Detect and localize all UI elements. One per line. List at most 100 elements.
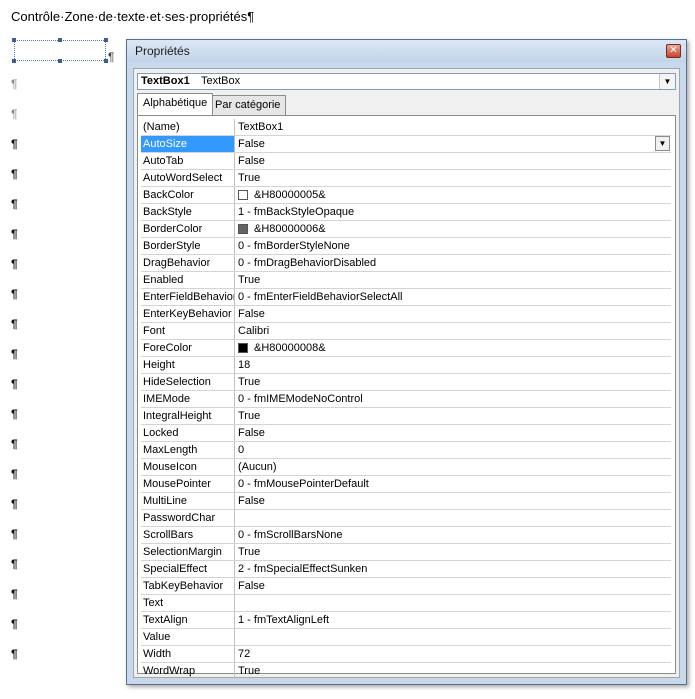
property-value[interactable]: True: [236, 374, 671, 390]
property-name[interactable]: Width: [141, 646, 235, 662]
property-row[interactable]: MultiLine False: [141, 493, 671, 510]
property-value[interactable]: False: [236, 578, 671, 594]
property-value[interactable]: 0 - fmBorderStyleNone: [236, 238, 671, 254]
property-name[interactable]: AutoSize: [141, 136, 235, 152]
title-bar[interactable]: Propriétés ✕: [127, 40, 686, 62]
property-row[interactable]: MouseIcon (Aucun): [141, 459, 671, 476]
property-value[interactable]: 0 - fmDragBehaviorDisabled: [236, 255, 671, 271]
property-name[interactable]: Value: [141, 629, 235, 645]
property-name[interactable]: MultiLine: [141, 493, 235, 509]
property-value[interactable]: 0 - fmScrollBarsNone: [236, 527, 671, 543]
property-row[interactable]: (Name) TextBox1: [141, 119, 671, 136]
property-row[interactable]: BackColor &H80000005&: [141, 187, 671, 204]
property-name[interactable]: AutoTab: [141, 153, 235, 169]
property-name[interactable]: Text: [141, 595, 235, 611]
property-row[interactable]: Width 72: [141, 646, 671, 663]
property-name[interactable]: EnterKeyBehavior: [141, 306, 235, 322]
property-row[interactable]: DragBehavior 0 - fmDragBehaviorDisabled: [141, 255, 671, 272]
property-name[interactable]: IntegralHeight: [141, 408, 235, 424]
tab-alphabetique[interactable]: Alphabétique: [137, 93, 214, 115]
property-value[interactable]: False: [236, 136, 671, 152]
property-name[interactable]: MaxLength: [141, 442, 235, 458]
property-value[interactable]: True: [236, 272, 671, 288]
property-row[interactable]: ForeColor &H80000008&: [141, 340, 671, 357]
property-row[interactable]: BorderColor &H80000006&: [141, 221, 671, 238]
property-name[interactable]: (Name): [141, 119, 235, 135]
property-value[interactable]: TextBox1: [236, 119, 671, 135]
property-value[interactable]: True: [236, 663, 671, 679]
property-row[interactable]: Height 18: [141, 357, 671, 374]
property-row[interactable]: Font Calibri: [141, 323, 671, 340]
property-name[interactable]: ScrollBars: [141, 527, 235, 543]
property-name[interactable]: Font: [141, 323, 235, 339]
property-row[interactable]: HideSelection True: [141, 374, 671, 391]
property-name[interactable]: Locked: [141, 425, 235, 441]
resize-handle[interactable]: [12, 38, 16, 42]
property-value[interactable]: 0 - fmIMEModeNoControl: [236, 391, 671, 407]
property-value[interactable]: &H80000008&: [236, 340, 671, 356]
property-value[interactable]: [236, 595, 671, 611]
property-name[interactable]: SpecialEffect: [141, 561, 235, 577]
property-name[interactable]: BorderColor: [141, 221, 235, 237]
property-row[interactable]: Locked False: [141, 425, 671, 442]
property-value[interactable]: True: [236, 408, 671, 424]
property-value[interactable]: 1 - fmTextAlignLeft: [236, 612, 671, 628]
property-row[interactable]: ScrollBars 0 - fmScrollBarsNone: [141, 527, 671, 544]
property-name[interactable]: ForeColor: [141, 340, 235, 356]
textbox-control[interactable]: [12, 38, 108, 63]
property-name[interactable]: IMEMode: [141, 391, 235, 407]
property-value[interactable]: &H80000005&: [236, 187, 671, 203]
property-name[interactable]: PasswordChar: [141, 510, 235, 526]
property-row[interactable]: SpecialEffect 2 - fmSpecialEffectSunken: [141, 561, 671, 578]
property-value[interactable]: 0 - fmMousePointerDefault: [236, 476, 671, 492]
property-value[interactable]: [236, 629, 671, 645]
property-name[interactable]: TabKeyBehavior: [141, 578, 235, 594]
property-row[interactable]: IMEMode 0 - fmIMEModeNoControl: [141, 391, 671, 408]
property-value[interactable]: [236, 510, 671, 526]
property-value[interactable]: 18: [236, 357, 671, 373]
property-value[interactable]: (Aucun): [236, 459, 671, 475]
property-value[interactable]: 2 - fmSpecialEffectSunken: [236, 561, 671, 577]
property-name[interactable]: MouseIcon: [141, 459, 235, 475]
chevron-down-icon[interactable]: ▼: [655, 136, 670, 151]
property-row[interactable]: BackStyle 1 - fmBackStyleOpaque: [141, 204, 671, 221]
property-row[interactable]: AutoSize False ▼: [141, 136, 671, 153]
property-name[interactable]: TextAlign: [141, 612, 235, 628]
resize-handle[interactable]: [12, 59, 16, 63]
chevron-down-icon[interactable]: ▼: [659, 74, 675, 89]
property-value[interactable]: False: [236, 493, 671, 509]
property-value[interactable]: 0: [236, 442, 671, 458]
property-name[interactable]: BackStyle: [141, 204, 235, 220]
property-name[interactable]: MousePointer: [141, 476, 235, 492]
property-row[interactable]: WordWrap True: [141, 663, 671, 680]
property-value[interactable]: &H80000006&: [236, 221, 671, 237]
property-row[interactable]: Enabled True: [141, 272, 671, 289]
property-name[interactable]: EnterFieldBehavior: [141, 289, 235, 305]
property-name[interactable]: BackColor: [141, 187, 235, 203]
property-row[interactable]: AutoTab False: [141, 153, 671, 170]
property-name[interactable]: Enabled: [141, 272, 235, 288]
resize-handle[interactable]: [104, 38, 108, 42]
resize-handle[interactable]: [58, 59, 62, 63]
property-row[interactable]: IntegralHeight True: [141, 408, 671, 425]
property-row[interactable]: AutoWordSelect True: [141, 170, 671, 187]
property-value[interactable]: Calibri: [236, 323, 671, 339]
property-value[interactable]: True: [236, 170, 671, 186]
property-value[interactable]: False: [236, 153, 671, 169]
property-row[interactable]: Text: [141, 595, 671, 612]
tab-par-categorie[interactable]: Par catégorie: [209, 95, 287, 115]
property-row[interactable]: EnterKeyBehavior False: [141, 306, 671, 323]
property-value[interactable]: 1 - fmBackStyleOpaque: [236, 204, 671, 220]
close-button[interactable]: ✕: [666, 44, 681, 58]
property-row[interactable]: MousePointer 0 - fmMousePointerDefault: [141, 476, 671, 493]
object-selector[interactable]: TextBox1 TextBox ▼: [137, 73, 676, 90]
property-row[interactable]: BorderStyle 0 - fmBorderStyleNone: [141, 238, 671, 255]
property-row[interactable]: PasswordChar: [141, 510, 671, 527]
property-value[interactable]: 72: [236, 646, 671, 662]
property-name[interactable]: AutoWordSelect: [141, 170, 235, 186]
property-name[interactable]: DragBehavior: [141, 255, 235, 271]
property-value[interactable]: True: [236, 544, 671, 560]
property-row[interactable]: Value: [141, 629, 671, 646]
property-value[interactable]: 0 - fmEnterFieldBehaviorSelectAll: [236, 289, 671, 305]
property-value[interactable]: False: [236, 425, 671, 441]
